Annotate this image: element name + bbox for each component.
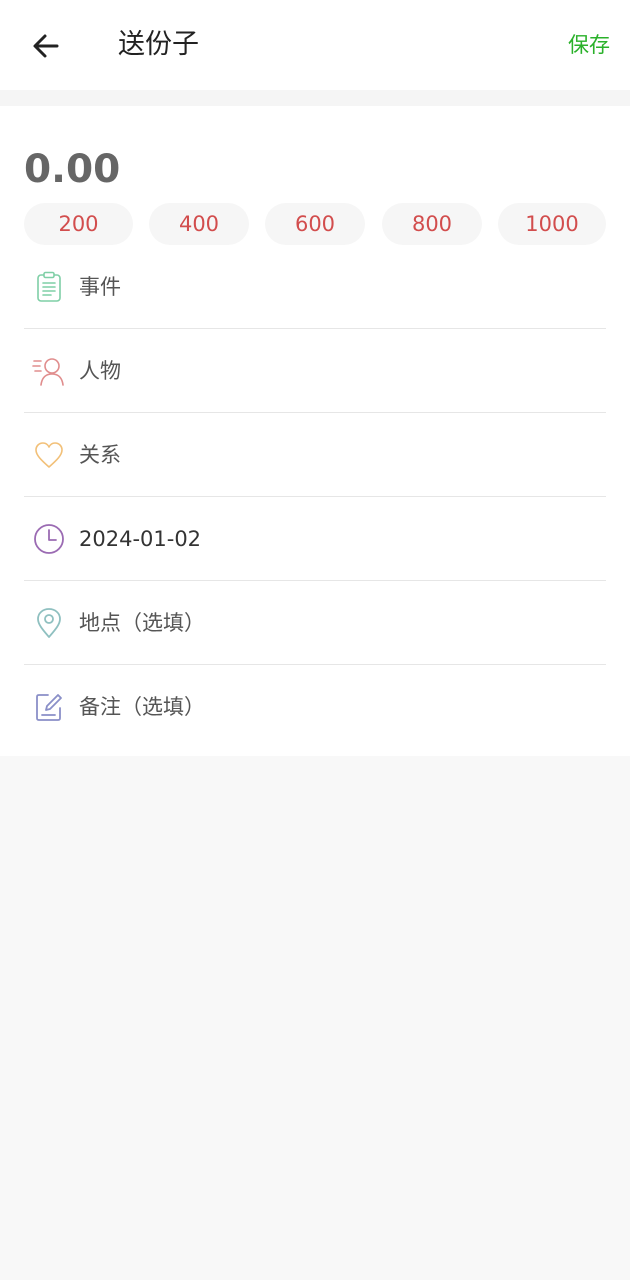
clipboard-icon	[32, 245, 66, 329]
location-placeholder: 地点（选填）	[79, 611, 205, 635]
amount-display[interactable]: 0.00	[24, 146, 120, 194]
person-field[interactable]: 人物	[24, 329, 606, 413]
quick-amount-chip[interactable]: 1000	[498, 203, 606, 245]
quick-amount-list: 200 400 600 800 1000	[24, 203, 606, 245]
save-button[interactable]: 保存	[568, 30, 610, 60]
quick-amount-chip[interactable]: 600	[265, 203, 365, 245]
location-pin-icon	[32, 581, 66, 665]
quick-amount-chip[interactable]: 800	[382, 203, 482, 245]
event-field[interactable]: 事件	[24, 245, 606, 329]
note-field[interactable]: 备注（选填）	[24, 665, 606, 749]
date-value: 2024-01-02	[79, 527, 202, 551]
date-field[interactable]: 2024-01-02	[24, 497, 606, 581]
event-label: 事件	[79, 275, 121, 299]
heart-icon	[32, 413, 66, 497]
relation-label: 关系	[79, 443, 121, 467]
person-label: 人物	[79, 359, 121, 383]
quick-amount-chip[interactable]: 200	[24, 203, 133, 245]
arrow-left-icon	[33, 34, 59, 58]
edit-note-icon	[32, 665, 66, 749]
location-field[interactable]: 地点（选填）	[24, 581, 606, 665]
section-divider	[0, 90, 630, 106]
person-icon	[32, 329, 66, 413]
quick-amount-chip[interactable]: 400	[149, 203, 249, 245]
entry-form-card: 0.00 200 400 600 800 1000 事件 人物 关系 2024-…	[0, 106, 630, 756]
relation-field[interactable]: 关系	[24, 413, 606, 497]
page-title: 送份子	[118, 29, 199, 60]
top-bar: 送份子 保存	[0, 0, 630, 90]
back-button[interactable]	[22, 22, 70, 70]
note-placeholder: 备注（选填）	[79, 695, 205, 719]
clock-icon	[32, 497, 66, 581]
